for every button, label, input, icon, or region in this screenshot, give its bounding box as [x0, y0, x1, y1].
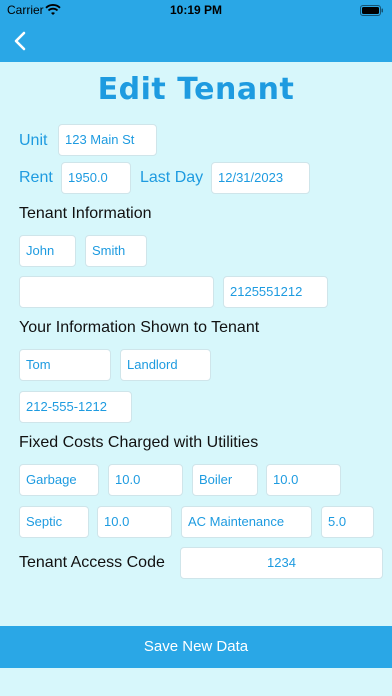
tenant-info-heading: Tenant Information	[19, 205, 152, 222]
last-day-field[interactable]: 12/31/2023	[211, 162, 310, 194]
status-bar: Carrier 10:19 PM	[0, 0, 392, 20]
tenant-phone-field[interactable]: 2125551212	[223, 276, 328, 308]
your-first-name-field[interactable]: Tom	[19, 349, 111, 381]
rent-field[interactable]: 1950.0	[61, 162, 131, 194]
tenant-email-field[interactable]	[19, 276, 214, 308]
access-code-label: Tenant Access Code	[19, 554, 165, 571]
your-phone-field[interactable]: 212-555-1212	[19, 391, 132, 423]
bottom-safe-area	[0, 668, 392, 696]
tenant-last-name-field[interactable]: Smith	[85, 235, 147, 267]
nav-bar	[0, 20, 392, 62]
unit-label: Unit	[19, 132, 48, 149]
back-button[interactable]	[8, 28, 34, 54]
fixed-cost-amount-field[interactable]: 5.0	[321, 506, 374, 538]
fixed-cost-name-field[interactable]: Garbage	[19, 464, 99, 496]
fixed-cost-name-field[interactable]: Septic	[19, 506, 89, 538]
status-time: 10:19 PM	[169, 3, 223, 17]
fixed-cost-amount-field[interactable]: 10.0	[266, 464, 341, 496]
last-day-label: Last Day	[140, 169, 204, 186]
access-code-field[interactable]: 1234	[180, 547, 383, 579]
fixed-costs-heading: Fixed Costs Charged with Utilities	[19, 434, 259, 451]
tenant-first-name-field[interactable]: John	[19, 235, 76, 267]
fixed-cost-amount-field[interactable]: 10.0	[108, 464, 183, 496]
your-last-name-field[interactable]: Landlord	[120, 349, 211, 381]
battery-icon	[360, 5, 384, 16]
rent-label: Rent	[19, 169, 53, 186]
chevron-left-icon	[14, 31, 26, 51]
unit-field[interactable]: 123 Main St	[58, 124, 157, 156]
fixed-cost-amount-field[interactable]: 10.0	[97, 506, 172, 538]
fixed-cost-name-field[interactable]: Boiler	[192, 464, 258, 496]
page-title: Edit Tenant	[97, 72, 295, 107]
fixed-cost-name-field[interactable]: AC Maintenance	[181, 506, 312, 538]
save-new-data-button[interactable]: Save New Data	[0, 626, 392, 668]
your-info-heading: Your Information Shown to Tenant	[19, 319, 260, 336]
